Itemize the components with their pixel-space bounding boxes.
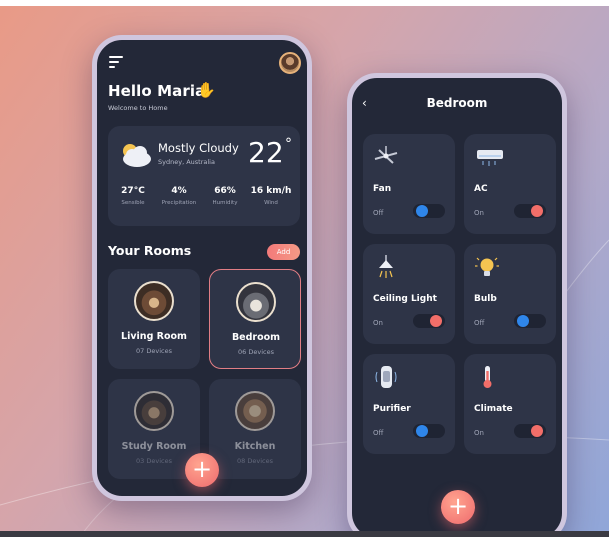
device-card-bulb[interactable]: Bulb Off: [464, 244, 556, 344]
device-name: AC: [474, 184, 488, 194]
waving-hand-icon: ✋: [197, 81, 216, 99]
add-device-fab-button[interactable]: +: [441, 490, 475, 524]
degree-symbol: °: [285, 136, 292, 152]
toggle-knob: [416, 205, 428, 217]
device-card-purifier[interactable]: Purifier Off: [363, 354, 455, 454]
weather-stat-sensible: 27°C Sensible: [121, 186, 145, 206]
toggle-knob: [531, 425, 543, 437]
room-name: Living Room: [121, 331, 187, 342]
device-state: Off: [373, 429, 384, 437]
weather-stat-precipitation: 4% Precipitation: [161, 186, 197, 206]
room-title: Bedroom: [426, 96, 488, 110]
rooms-section-title: Your Rooms: [108, 243, 192, 258]
device-state: Off: [474, 319, 485, 327]
weather-condition: Mostly Cloudy: [158, 141, 239, 155]
room-name: Kitchen: [234, 441, 276, 452]
toggle-knob: [517, 315, 529, 327]
light-bulb-icon: [475, 257, 499, 276]
air-conditioner-icon: [477, 150, 503, 166]
greeting-subtitle: Welcome to Home: [108, 104, 168, 112]
room-device-count: 08 Devices: [237, 457, 273, 465]
bedroom-screen-phone: ‹ Bedroom Fan Off AC On Ceiling Light On…: [347, 73, 567, 537]
device-name: Climate: [474, 404, 513, 414]
ceiling-light-toggle[interactable]: [413, 314, 445, 328]
fan-toggle[interactable]: [413, 204, 445, 218]
room-card-living-room[interactable]: Living Room 07 Devices: [108, 269, 200, 369]
weather-card[interactable]: Mostly Cloudy Sydney, Australia 22 ° 27°…: [108, 126, 300, 226]
user-avatar[interactable]: [279, 52, 301, 74]
device-state: Off: [373, 209, 384, 217]
weather-location: Sydney, Australia: [158, 158, 215, 166]
cloud-sun-icon: [123, 144, 151, 167]
bulb-toggle[interactable]: [514, 314, 546, 328]
living-room-photo: [134, 281, 174, 321]
weather-temperature: 22: [248, 136, 284, 169]
ac-toggle[interactable]: [514, 204, 546, 218]
device-card-fan[interactable]: Fan Off: [363, 134, 455, 234]
device-state: On: [373, 319, 383, 327]
greeting-title: Hello Maria: [108, 82, 206, 100]
ceiling-fan-icon: [374, 146, 398, 164]
weather-stat-humidity: 66% Humidity: [212, 186, 238, 206]
study-room-photo: [134, 391, 174, 431]
kitchen-photo: [235, 391, 275, 431]
ceiling-lamp-icon: [379, 255, 393, 278]
thermometer-icon: [483, 366, 492, 388]
room-device-count: 06 Devices: [238, 348, 274, 356]
device-name: Ceiling Light: [373, 294, 437, 304]
room-name: Study Room: [121, 441, 187, 452]
device-card-ac[interactable]: AC On: [464, 134, 556, 234]
bottom-bar: [0, 531, 609, 537]
room-card-kitchen[interactable]: Kitchen 08 Devices: [209, 379, 301, 479]
climate-toggle[interactable]: [514, 424, 546, 438]
toggle-knob: [531, 205, 543, 217]
purifier-toggle[interactable]: [413, 424, 445, 438]
bedroom-photo: [236, 282, 276, 322]
add-fab-button[interactable]: +: [185, 453, 219, 487]
device-name: Fan: [373, 184, 392, 194]
toggle-knob: [416, 425, 428, 437]
device-card-ceiling-light[interactable]: Ceiling Light On: [363, 244, 455, 344]
menu-icon[interactable]: [109, 56, 125, 68]
room-device-count: 07 Devices: [136, 347, 172, 355]
home-screen-phone: Hello Maria ✋ Welcome to Home Mostly Clo…: [92, 35, 312, 501]
air-purifier-icon: [375, 366, 397, 388]
room-card-bedroom[interactable]: Bedroom 06 Devices: [209, 269, 301, 369]
toggle-knob: [430, 315, 442, 327]
weather-stat-wind: 16 km/h Wind: [250, 186, 292, 206]
device-card-climate[interactable]: Climate On: [464, 354, 556, 454]
room-name: Bedroom: [231, 332, 281, 343]
add-room-button[interactable]: Add: [267, 244, 300, 260]
device-state: On: [474, 209, 484, 217]
top-border-strip: [0, 0, 609, 6]
device-name: Purifier: [373, 404, 411, 414]
device-state: On: [474, 429, 484, 437]
device-name: Bulb: [474, 294, 497, 304]
